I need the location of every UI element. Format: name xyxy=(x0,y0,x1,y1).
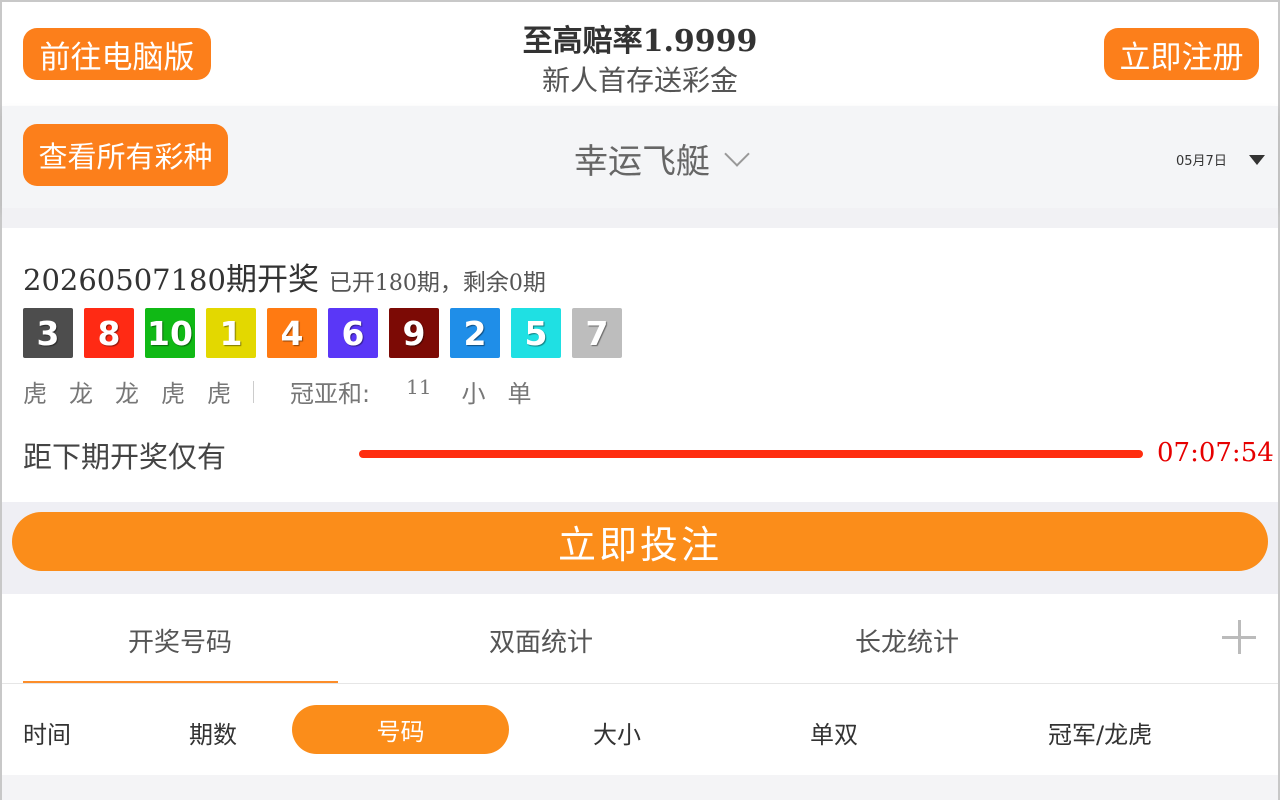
col-size[interactable]: 大小 xyxy=(593,715,641,750)
issue-number: 20260507180 xyxy=(23,263,226,297)
issue-progress: 已开180期，剩余0期 xyxy=(329,270,546,296)
gyh-sum: 11 xyxy=(406,374,432,399)
col-champion-dragon-tiger[interactable]: 冠军/龙虎 xyxy=(1048,715,1152,750)
remaining-suffix: 期 xyxy=(522,270,546,296)
col-issue[interactable]: 期数 xyxy=(189,715,237,750)
countdown-progress-bar xyxy=(359,450,1143,458)
result-ball: 5 xyxy=(511,308,561,358)
game-selector[interactable]: 幸运飞艇 xyxy=(574,134,750,183)
date-selector[interactable]: 05月7日 xyxy=(1176,150,1265,169)
caret-down-icon xyxy=(1248,154,1265,165)
col-numbers-button[interactable]: 号码 xyxy=(292,705,509,754)
all-games-button[interactable]: 查看所有彩种 xyxy=(23,124,228,186)
stats-tabs: 开奖号码 双面统计 长龙统计 xyxy=(2,594,1278,684)
result-ball: 4 xyxy=(267,308,317,358)
col-parity[interactable]: 单双 xyxy=(810,715,858,750)
game-bar: 查看所有彩种 幸运飞艇 05月7日 xyxy=(2,106,1278,208)
issue-suffix: 期开奖 xyxy=(225,262,319,298)
active-tab-indicator xyxy=(23,681,338,683)
divider xyxy=(253,380,254,403)
tab-draw-numbers[interactable]: 开奖号码 xyxy=(128,622,232,659)
list-area xyxy=(2,775,1278,800)
plus-icon[interactable] xyxy=(1222,620,1256,654)
result-ball: 6 xyxy=(328,308,378,358)
tab-long-dragon-stats[interactable]: 长龙统计 xyxy=(855,622,959,659)
result-info-row: 虎 龙 龙 虎 虎 冠亚和: 11 小 单 xyxy=(23,374,554,409)
top-header: 前往电脑版 至高赔率1.9999 新人首存送彩金 立即注册 xyxy=(2,2,1278,106)
result-ball: 7 xyxy=(572,308,622,358)
result-ball: 2 xyxy=(450,308,500,358)
dragon-tiger-4: 虎 xyxy=(161,380,185,408)
gyh-size: 小 xyxy=(461,380,486,408)
result-ball: 9 xyxy=(389,308,439,358)
chevron-down-icon xyxy=(724,140,750,167)
countdown-time: 07:07:54 xyxy=(1157,438,1274,468)
result-ball: 3 xyxy=(23,308,73,358)
countdown-label: 距下期开奖仅有 xyxy=(23,440,227,474)
tab-two-side-stats[interactable]: 双面统计 xyxy=(489,622,593,659)
column-header-row: 时间 期数 号码 大小 单双 冠军/龙虎 xyxy=(2,685,1278,775)
opened-count: 180 xyxy=(374,271,417,296)
divider xyxy=(2,208,1278,228)
gyh-label: 冠亚和: xyxy=(290,380,371,408)
result-ball: 1 xyxy=(206,308,256,358)
opened-prefix: 已开 xyxy=(328,270,375,296)
issue-heading: 20260507180期开奖 已开180期，剩余0期 xyxy=(23,254,546,299)
promo-odds: 1.9999 xyxy=(642,24,758,59)
remaining-count: 0 xyxy=(508,271,523,296)
register-button[interactable]: 立即注册 xyxy=(1104,28,1259,80)
dragon-tiger-3: 龙 xyxy=(115,380,139,408)
opened-mid: 期，剩余 xyxy=(416,270,509,296)
dragon-tiger-5: 虎 xyxy=(207,380,231,408)
date-value: 05月7日 xyxy=(1176,154,1227,169)
promo-title: 至高赔率1.9999 xyxy=(2,16,1278,60)
gyh-parity: 单 xyxy=(507,380,532,408)
bet-now-button[interactable]: 立即投注 xyxy=(12,512,1268,571)
dragon-tiger-1: 虎 xyxy=(23,380,47,408)
result-balls: 3 8 10 1 4 6 9 2 5 7 xyxy=(23,308,633,358)
col-time[interactable]: 时间 xyxy=(23,715,71,750)
bet-area: 立即投注 xyxy=(2,502,1278,594)
result-ball: 10 xyxy=(145,308,195,358)
game-name: 幸运飞艇 xyxy=(574,142,710,182)
result-ball: 8 xyxy=(84,308,134,358)
dragon-tiger-2: 龙 xyxy=(69,380,93,408)
latest-result-card: 20260507180期开奖 已开180期，剩余0期 3 8 10 1 4 6 9 2 5 7 虎… xyxy=(2,228,1278,502)
promo-title-text: 至高赔率 xyxy=(522,24,643,59)
promo-subtitle: 新人首存送彩金 xyxy=(541,64,738,97)
